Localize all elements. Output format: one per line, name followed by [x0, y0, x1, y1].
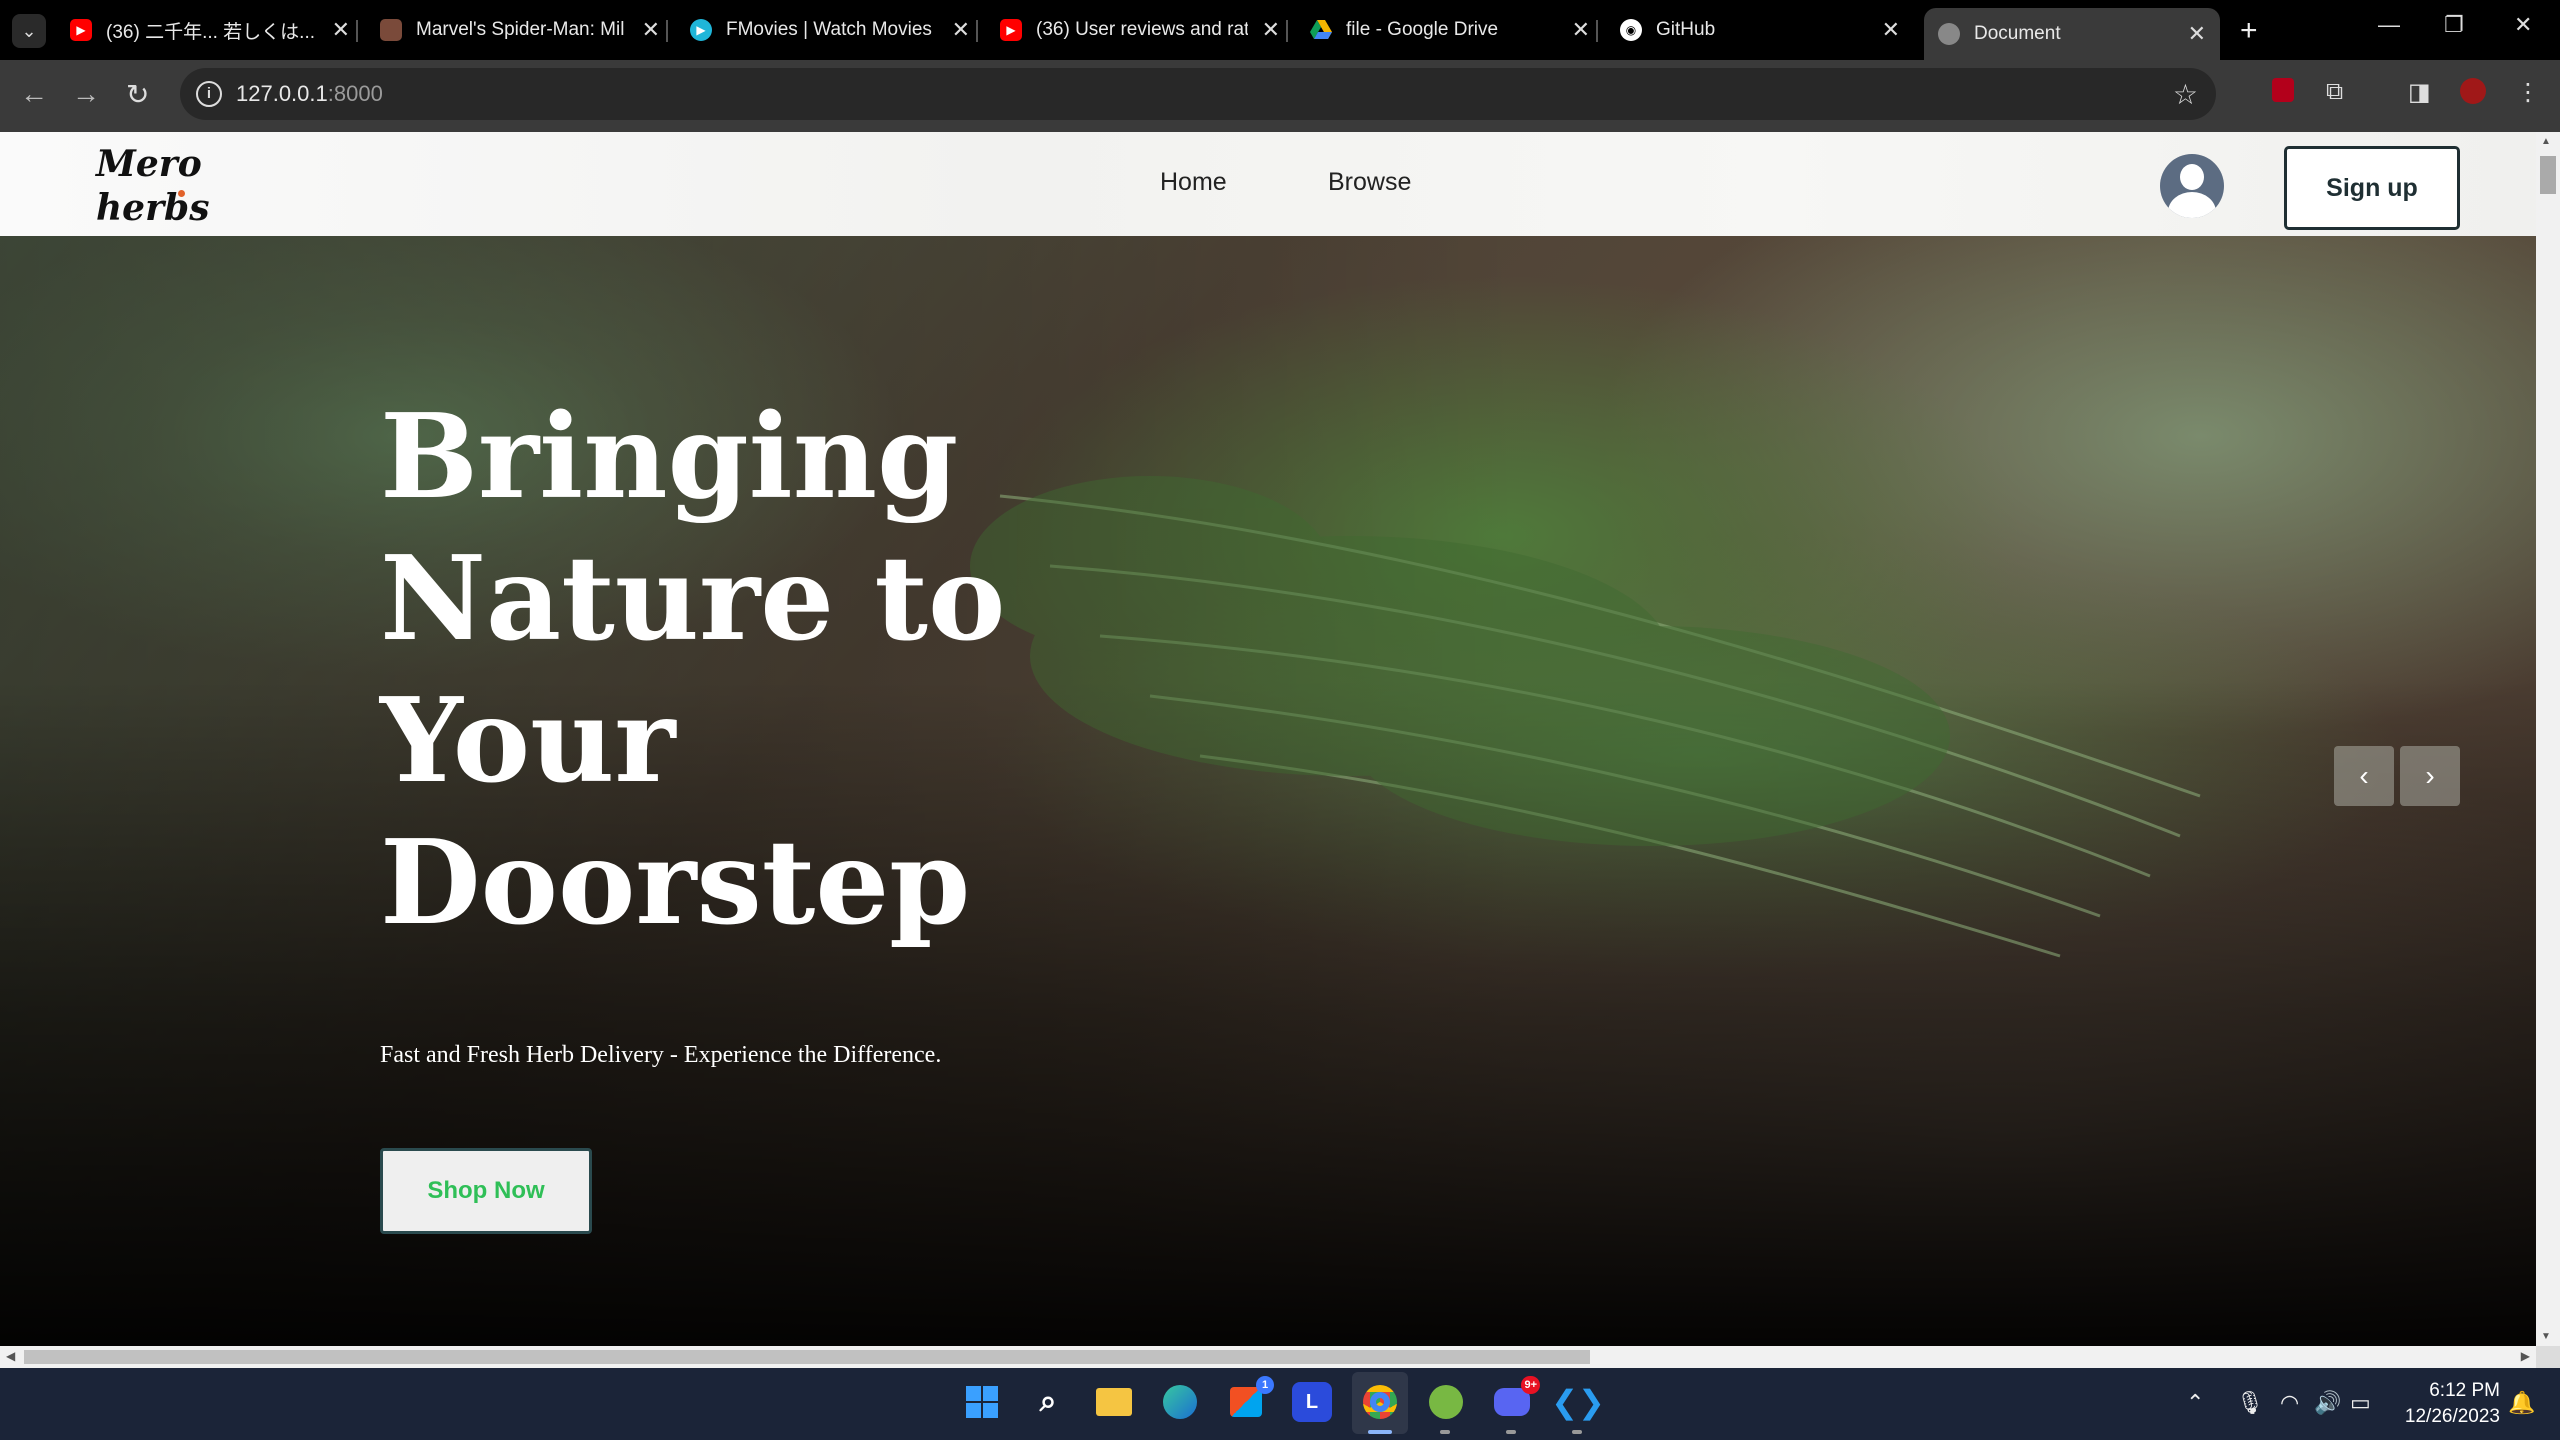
hero-section: Bringing Nature to Your Doorstep Fast an…	[0, 236, 2536, 1346]
store-icon[interactable]: 1	[1226, 1376, 1274, 1422]
close-tab-icon[interactable]: ✕	[1572, 17, 1590, 43]
close-tab-icon[interactable]: ✕	[2188, 21, 2206, 47]
browser-tab[interactable]: ◉ GitHub ✕	[1620, 8, 1900, 52]
nav-home[interactable]: Home	[1160, 168, 1227, 197]
tab-title: FMovies | Watch Movies (	[726, 19, 938, 40]
edge-icon[interactable]	[1160, 1382, 1200, 1422]
hero-title-line: Nature to	[380, 531, 1006, 667]
youtube-icon: ▶	[1000, 19, 1022, 41]
tab-search-button[interactable]: ⌄	[12, 14, 46, 48]
minimize-icon[interactable]: —	[2378, 12, 2400, 38]
extensions-icon[interactable]: ⧉	[2326, 78, 2343, 106]
shop-now-button[interactable]: Shop Now	[380, 1148, 592, 1234]
browser-tab-active[interactable]: Document ✕	[1924, 8, 2220, 60]
youtube-icon: ▶	[70, 19, 92, 41]
logo-line-1: Mero	[96, 143, 202, 185]
close-tab-icon[interactable]: ✕	[952, 17, 970, 43]
browser-tab[interactable]: Marvel's Spider-Man: Mil ✕	[380, 8, 668, 52]
ublock-extension-icon[interactable]	[2272, 78, 2294, 109]
reload-icon[interactable]: ↻	[126, 78, 149, 111]
utorrent-icon[interactable]	[1426, 1382, 1466, 1422]
windows-start-icon[interactable]	[962, 1382, 1002, 1422]
tab-title: Marvel's Spider-Man: Mil	[416, 19, 625, 40]
close-window-icon[interactable]: ✕	[2514, 12, 2532, 38]
search-icon[interactable]: ⌕	[1028, 1382, 1068, 1422]
chevron-right-icon: ›	[2425, 760, 2435, 791]
tab-title: (36) User reviews and rati	[1036, 19, 1248, 40]
battery-icon[interactable]: ▭	[2350, 1390, 2371, 1416]
vertical-scrollbar[interactable]: ▲ ▼	[2536, 132, 2560, 1346]
browser-tab[interactable]: ▶ (36) User reviews and rati ✕	[1000, 8, 1288, 52]
clock-date: 12/26/2023	[2404, 1406, 2500, 1427]
horizontal-scrollbar[interactable]: ◀ ▶	[0, 1346, 2536, 1368]
carousel-next-button[interactable]: ›	[2400, 746, 2460, 806]
clock-time: 6:12 PM	[2429, 1380, 2500, 1401]
browser-tab[interactable]: ▶ (36) 二千年... 若しくは... 二 ✕	[70, 8, 358, 52]
tab-title: (36) 二千年... 若しくは... 二	[106, 21, 318, 43]
bookmark-star-icon[interactable]: ☆	[2173, 78, 2198, 111]
notification-bell-icon[interactable]: 🔔	[2508, 1390, 2535, 1416]
tab-title: Document	[1974, 23, 2061, 44]
hero-title-line: Doorstep	[380, 815, 971, 951]
url-text[interactable]: 127.0.0.1:8000	[236, 81, 383, 107]
profile-avatar-icon[interactable]	[2460, 78, 2486, 111]
carousel-prev-button[interactable]: ‹	[2334, 746, 2394, 806]
drive-icon	[1310, 19, 1332, 41]
launcher-l-icon[interactable]: L	[1292, 1382, 1332, 1422]
page-viewport: Mero herbs Home Browse Sign up Bringing	[0, 132, 2536, 1346]
play-icon: ▶	[690, 19, 712, 41]
close-tab-icon[interactable]: ✕	[1882, 17, 1900, 43]
file-explorer-icon[interactable]	[1094, 1382, 1134, 1422]
nav-browse[interactable]: Browse	[1328, 168, 1411, 197]
close-tab-icon[interactable]: ✕	[642, 17, 660, 43]
menu-icon[interactable]: ⋮	[2516, 78, 2540, 107]
hero-subtitle: Fast and Fresh Herb Delivery - Experienc…	[380, 1042, 942, 1068]
browser-tab[interactable]: file - Google Drive ✕	[1310, 8, 1598, 52]
game-icon	[380, 19, 402, 41]
hero-title-line: Your	[380, 673, 676, 809]
browser-toolbar: ← → ↻ i 127.0.0.1:8000 ☆ ⧉ ◨ ⋮	[0, 60, 2560, 128]
discord-icon[interactable]: 9+	[1492, 1376, 1540, 1422]
github-icon: ◉	[1620, 19, 1642, 41]
tab-title: GitHub	[1656, 19, 1716, 40]
restore-icon[interactable]: ❐	[2444, 12, 2464, 38]
site-header: Mero herbs Home Browse Sign up	[0, 132, 2536, 236]
side-panel-icon[interactable]: ◨	[2408, 78, 2431, 107]
notification-badge: 1	[1256, 1376, 1274, 1394]
logo-line-2: herbs	[96, 187, 210, 229]
new-tab-button[interactable]: +	[2240, 14, 2258, 48]
forward-icon[interactable]: →	[72, 78, 100, 110]
site-info-icon[interactable]: i	[196, 81, 222, 107]
windows-taskbar: ⌕ 1 L 9+ ❮❯ ⌃ 🎙 ◠ 🔊 ▭ 6:12 PM 12/26/2023…	[0, 1368, 2560, 1440]
chevron-up-icon[interactable]: ⌃	[2186, 1390, 2204, 1416]
back-icon[interactable]: ←	[20, 78, 48, 110]
browser-tab[interactable]: ▶ FMovies | Watch Movies ( ✕	[690, 8, 978, 52]
site-logo[interactable]: Mero herbs	[96, 142, 209, 230]
logo-dot	[178, 190, 185, 197]
notification-badge: 9+	[1521, 1376, 1540, 1394]
close-tab-icon[interactable]: ✕	[332, 17, 350, 43]
hero-title: Bringing Nature to Your Doorstep	[380, 386, 1080, 954]
tab-title: file - Google Drive	[1346, 19, 1499, 40]
wifi-icon[interactable]: ◠	[2280, 1390, 2299, 1416]
globe-icon	[1938, 23, 1960, 45]
signup-button[interactable]: Sign up	[2284, 146, 2460, 230]
user-avatar-icon[interactable]	[2160, 154, 2224, 218]
microphone-icon[interactable]: 🎙	[2236, 1390, 2264, 1416]
hero-title-line: Bringing	[380, 389, 959, 525]
close-tab-icon[interactable]: ✕	[1262, 17, 1280, 43]
browser-tab-strip: ⌄ ▶ (36) 二千年... 若しくは... 二 ✕ Marvel's Spi…	[0, 0, 2560, 60]
chevron-left-icon: ‹	[2359, 760, 2369, 791]
volume-icon[interactable]: 🔊	[2314, 1390, 2341, 1416]
system-clock[interactable]: 6:12 PM 12/26/2023	[2400, 1378, 2500, 1430]
chrome-icon[interactable]	[1360, 1382, 1400, 1422]
address-bar[interactable]: i 127.0.0.1:8000 ☆	[180, 68, 2216, 120]
vscode-icon[interactable]: ❮❯	[1551, 1382, 1605, 1422]
